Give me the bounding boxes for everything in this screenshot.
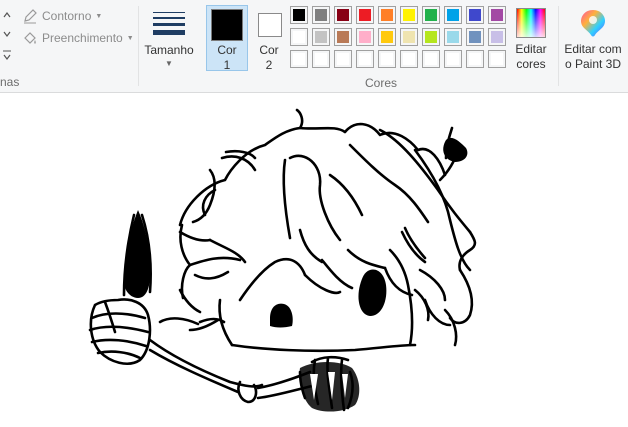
swatch-color — [469, 9, 481, 21]
swatch-color — [425, 9, 437, 21]
swatch-color — [425, 31, 437, 43]
swatch-color — [447, 31, 459, 43]
swatch-color — [293, 31, 305, 43]
swatch-color — [293, 53, 305, 65]
palette-swatch[interactable] — [422, 28, 440, 46]
swatch-color — [469, 53, 481, 65]
swatch-color — [403, 9, 415, 21]
palette-swatch[interactable] — [334, 28, 352, 46]
palette-swatch[interactable] — [312, 28, 330, 46]
preenchimento-button[interactable]: Preenchimento ▼ — [22, 30, 134, 46]
editar-paint3d-label: Editar com o Paint 3D — [564, 42, 622, 71]
palette-swatch[interactable] — [400, 50, 418, 68]
palette-swatch[interactable] — [466, 50, 484, 68]
swatch-color — [403, 31, 415, 43]
swatch-color — [491, 31, 503, 43]
palette-swatch[interactable] — [466, 28, 484, 46]
swatch-color — [381, 31, 393, 43]
sketch-drawing — [88, 108, 477, 412]
tamanho-label: Tamanho — [144, 43, 194, 57]
swatch-color — [491, 9, 503, 21]
swatch-color — [315, 31, 327, 43]
swatch-color — [337, 53, 349, 65]
drawing-canvas[interactable] — [0, 93, 628, 427]
palette-swatch[interactable] — [378, 50, 396, 68]
palette-swatch[interactable] — [422, 6, 440, 24]
paint-bucket-icon — [22, 30, 38, 46]
cor1-label: Cor 1 — [217, 43, 237, 72]
palette-swatch[interactable] — [444, 50, 462, 68]
palette-swatch[interactable] — [488, 50, 506, 68]
color-spectrum-icon — [516, 8, 546, 38]
swatch-color — [337, 31, 349, 43]
palette-swatch[interactable] — [290, 28, 308, 46]
palette-swatch[interactable] — [488, 28, 506, 46]
palette-swatch[interactable] — [422, 50, 440, 68]
swatch-color — [337, 9, 349, 21]
swatch-color — [447, 9, 459, 21]
palette-swatch[interactable] — [290, 50, 308, 68]
shapes-group-label: nas — [0, 75, 20, 89]
shapes-scroll-up-button[interactable] — [2, 8, 12, 22]
swatch-color — [315, 9, 327, 21]
palette-swatch[interactable] — [356, 50, 374, 68]
cores-group-label: Cores — [365, 76, 398, 90]
cor2-label: Cor 2 — [259, 43, 279, 72]
cor2-swatch — [258, 13, 282, 37]
palette-swatch[interactable] — [378, 28, 396, 46]
palette-swatch[interactable] — [400, 28, 418, 46]
swatch-color — [469, 31, 481, 43]
swatch-color — [491, 53, 503, 65]
palette-swatch[interactable] — [290, 6, 308, 24]
swatch-color — [293, 9, 305, 21]
editar-paint3d-button[interactable]: Editar com o Paint 3D — [562, 4, 624, 72]
palette-swatch[interactable] — [334, 6, 352, 24]
swatch-color — [403, 53, 415, 65]
shapes-scroll-down-button[interactable] — [2, 27, 12, 41]
palette-swatch[interactable] — [356, 6, 374, 24]
swatch-color — [359, 9, 371, 21]
palette-swatch[interactable] — [312, 6, 330, 24]
swatch-color — [315, 53, 327, 65]
swatch-color — [359, 31, 371, 43]
chevron-down-icon: ▼ — [126, 34, 134, 42]
palette-swatch[interactable] — [444, 28, 462, 46]
pencil-outline-icon — [22, 8, 38, 24]
paint3d-logo-icon — [579, 8, 607, 43]
cor2-button[interactable]: Cor 2 — [250, 5, 288, 72]
editar-cores-button[interactable]: Editar cores — [510, 4, 552, 72]
shapes-expand-button[interactable] — [2, 48, 12, 62]
contorno-button[interactable]: Contorno ▼ — [22, 8, 102, 24]
palette-swatch[interactable] — [312, 50, 330, 68]
palette-swatch[interactable] — [444, 6, 462, 24]
editar-cores-label: Editar cores — [515, 42, 547, 71]
cor1-button[interactable]: Cor 1 — [206, 5, 248, 72]
chevron-down-icon: ▼ — [95, 12, 103, 20]
ribbon: nas Contorno ▼ Preenchimento ▼ Tamanho ▼… — [0, 0, 628, 93]
palette-swatch[interactable] — [466, 6, 484, 24]
chevron-down-icon: ▼ — [165, 59, 173, 68]
swatch-color — [425, 53, 437, 65]
palette-swatch[interactable] — [356, 28, 374, 46]
separator — [138, 6, 139, 86]
contorno-label: Contorno — [42, 9, 92, 23]
preenchimento-label: Preenchimento — [42, 31, 123, 45]
swatch-color — [447, 53, 459, 65]
swatch-color — [359, 53, 371, 65]
palette-swatch[interactable] — [334, 50, 352, 68]
tamanho-button[interactable]: Tamanho ▼ — [142, 4, 196, 70]
palette-swatch[interactable] — [378, 6, 396, 24]
swatch-color — [381, 53, 393, 65]
palette-swatch[interactable] — [400, 6, 418, 24]
cor1-swatch — [211, 9, 243, 41]
palette-swatch[interactable] — [488, 6, 506, 24]
swatch-color — [381, 9, 393, 21]
